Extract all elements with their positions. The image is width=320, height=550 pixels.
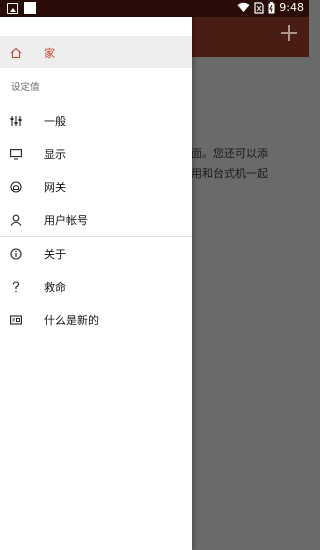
drawer-item-label: 关于: [44, 248, 66, 261]
sliders-icon: [10, 116, 22, 126]
add-icon[interactable]: [279, 23, 299, 43]
drawer-item-label: 用户帐号: [44, 214, 88, 227]
drawer-item-label: 网关: [44, 181, 66, 194]
help-icon: [12, 281, 20, 293]
monitor-icon: [10, 149, 22, 160]
wifi-icon: [237, 2, 250, 12]
gateway-icon: [10, 181, 22, 193]
background-text-line: 应用和台式机一起: [180, 167, 268, 180]
drawer-item-label: 救命: [44, 281, 66, 294]
home-icon: [10, 47, 22, 59]
square-icon: [24, 2, 36, 14]
drawer-item-help[interactable]: 救命: [0, 271, 192, 303]
background-text-line: 桌面。您还可以添: [180, 147, 268, 160]
user-icon: [10, 214, 22, 226]
drawer-item-whats-new[interactable]: 什么是新的: [0, 304, 192, 336]
drawer-item-general[interactable]: 一般: [0, 105, 192, 137]
image-icon: [7, 2, 18, 14]
drawer-item-label: 家: [44, 47, 55, 60]
info-icon: [10, 248, 22, 260]
navigation-drawer: 家 设定值 一般 显示 网关 用户帐号 关于 救命 什么是新的: [0, 17, 192, 550]
drawer-item-label: 什么是新的: [44, 314, 99, 327]
drawer-item-user-account[interactable]: 用户帐号: [0, 204, 192, 236]
no-sim-icon: [254, 1, 264, 14]
whats-new-icon: [10, 315, 22, 325]
battery-icon: [268, 1, 275, 13]
status-bar: 9:48: [0, 0, 309, 17]
status-time: 9:48: [279, 1, 304, 14]
section-title-settings: 设定值: [11, 82, 40, 93]
drawer-divider: [0, 236, 192, 237]
drawer-item-gateway[interactable]: 网关: [0, 171, 192, 203]
drawer-item-about[interactable]: 关于: [0, 238, 192, 270]
drawer-item-home[interactable]: 家: [0, 36, 192, 68]
drawer-item-label: 一般: [44, 115, 66, 128]
drawer-item-label: 显示: [44, 148, 66, 161]
drawer-item-display[interactable]: 显示: [0, 138, 192, 170]
